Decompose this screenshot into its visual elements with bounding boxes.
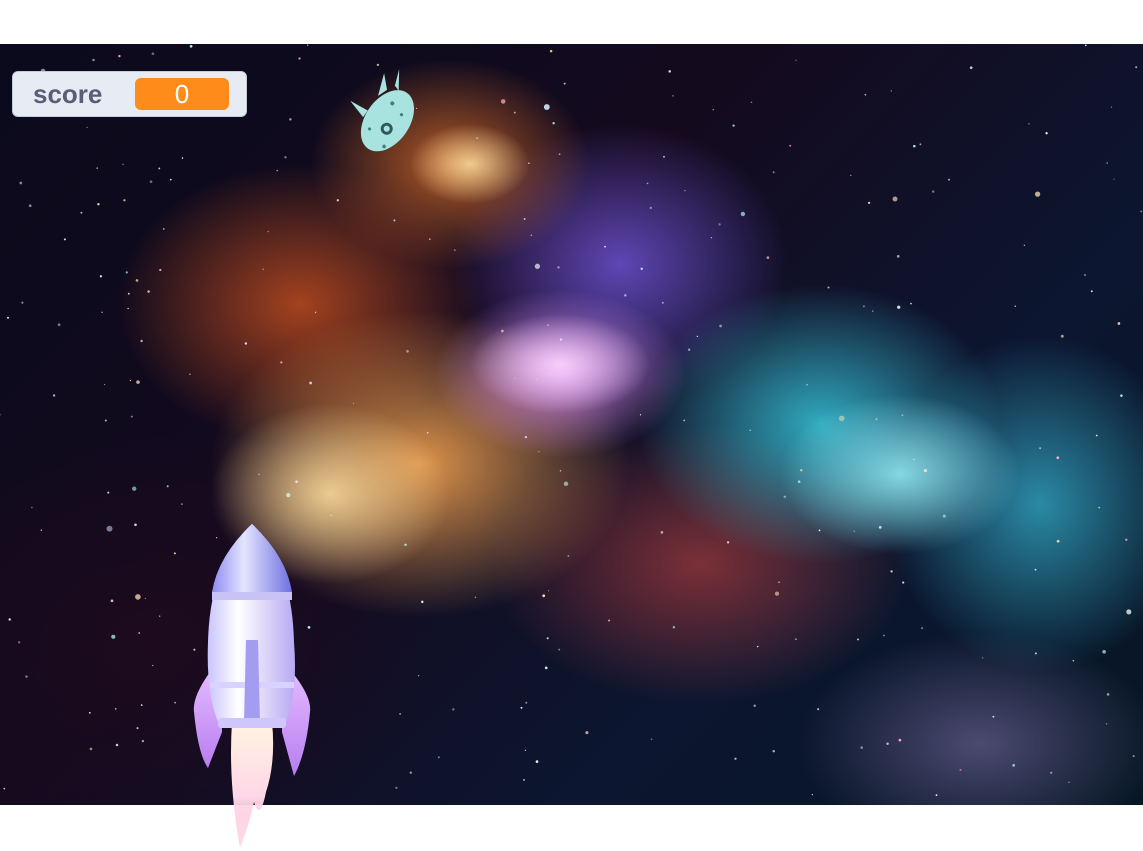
- page: score 0: [0, 0, 1143, 851]
- score-label: score: [33, 78, 103, 109]
- game-stage[interactable]: [0, 44, 1143, 805]
- score-value: 0: [135, 78, 229, 110]
- alien-ship-sprite[interactable]: [330, 64, 430, 159]
- rocket-sprite[interactable]: [188, 522, 316, 851]
- score-monitor[interactable]: score 0: [12, 71, 247, 117]
- nebula-backdrop: [0, 44, 1143, 796]
